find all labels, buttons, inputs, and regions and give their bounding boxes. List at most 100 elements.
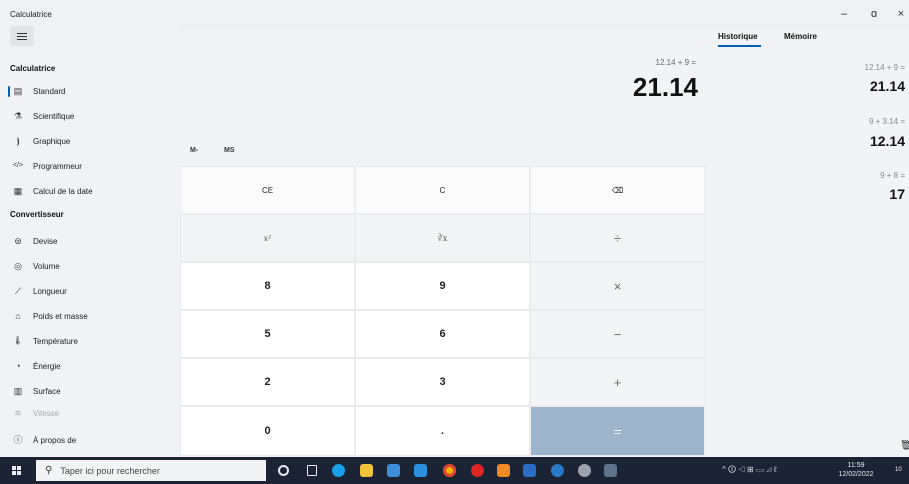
edge-icon[interactable] xyxy=(332,464,345,477)
chrome-icon[interactable] xyxy=(443,464,456,477)
digit-2-button[interactable]: 2 xyxy=(180,358,355,406)
memory-store-button[interactable]: MS xyxy=(224,147,235,154)
teams-icon[interactable] xyxy=(551,464,564,477)
decimal-button[interactable]: . xyxy=(355,406,530,456)
ruler-icon: ⟋ xyxy=(14,286,22,296)
history-expression: 9 + 8 = xyxy=(880,171,905,180)
nav-item-volume[interactable]: ◎ Volume xyxy=(8,256,172,276)
opera-icon[interactable] xyxy=(471,464,484,477)
store-icon[interactable] xyxy=(387,464,400,477)
nav-item-label: Poids et masse xyxy=(33,311,88,321)
flask-icon: ⚗ xyxy=(13,111,23,121)
digit-5-button[interactable]: 5 xyxy=(180,310,355,358)
digit-3-button[interactable]: 3 xyxy=(355,358,530,406)
speed-icon: ≋ xyxy=(14,408,22,418)
nav-item-label: Standard xyxy=(33,86,66,96)
taskbar: ⚲ Taper ici pour rechercher ^ 🛈 ◁ ⊞ ▭ ◿ … xyxy=(0,457,909,484)
app-orange-icon[interactable] xyxy=(497,464,510,477)
memory-subtract-button[interactable]: M- xyxy=(190,147,198,154)
search-icon: ⚲ xyxy=(45,465,53,476)
search-placeholder: Taper ici pour rechercher xyxy=(60,465,160,476)
graph-icon: ⦘ xyxy=(16,136,20,146)
taskbar-search-box[interactable]: ⚲ Taper ici pour rechercher xyxy=(36,460,266,481)
minimize-button[interactable]: – xyxy=(836,8,852,20)
delete-history-icon[interactable]: 🗑 xyxy=(900,440,909,451)
nav-item-label: Graphique xyxy=(33,136,71,146)
multiply-button[interactable]: × xyxy=(530,262,705,310)
nav-item-area[interactable]: ▥ Surface xyxy=(8,381,172,401)
square-button[interactable]: x² xyxy=(180,214,355,262)
calculator-icon: ▤ xyxy=(13,86,23,96)
nav-item-energy[interactable]: ◔ Énergie xyxy=(8,356,172,376)
calculator-taskbar-icon[interactable] xyxy=(604,464,617,477)
nav-item-label: Scientifique xyxy=(33,111,75,121)
navigation-pane: Calculatrice ▤ Standard ⚗ Scientifique ⦘… xyxy=(0,22,178,458)
nav-item-graphing[interactable]: ⦘ Graphique xyxy=(8,131,172,151)
divide-button[interactable]: ÷ xyxy=(530,214,705,262)
history-value: 21.14 xyxy=(869,78,905,94)
digit-6-button[interactable]: 6 xyxy=(355,310,530,358)
nav-item-label: Énergie xyxy=(33,361,61,371)
digit-9-button[interactable]: 9 xyxy=(355,262,530,310)
menu-button[interactable] xyxy=(10,26,34,46)
nav-item-speed[interactable]: ≋ Vitesse xyxy=(8,403,172,423)
word-icon[interactable] xyxy=(523,464,536,477)
clock-time: 11:59 xyxy=(847,462,865,469)
history-value: 17 xyxy=(889,186,905,202)
paint-icon[interactable] xyxy=(578,464,591,477)
history-expression: 9 + 3.14 = xyxy=(868,117,905,126)
clock-date: 12/02/2022 xyxy=(838,471,874,478)
nav-item-weight-mass[interactable]: ⌂ Poids et masse xyxy=(8,306,172,326)
nav-item-temperature[interactable]: 🌡 Température xyxy=(8,331,172,351)
photos-icon[interactable] xyxy=(414,464,427,477)
clear-entry-button[interactable]: CE xyxy=(180,166,355,214)
nav-item-standard[interactable]: ▤ Standard xyxy=(8,81,172,101)
task-view-icon[interactable] xyxy=(307,465,317,476)
digit-8-button[interactable]: 8 xyxy=(180,262,355,310)
nav-item-label: Devise xyxy=(33,236,58,246)
weight-icon: ⌂ xyxy=(15,311,21,321)
active-tab-indicator xyxy=(718,45,761,47)
info-icon: ⓘ xyxy=(13,435,23,445)
cube-root-button[interactable]: ∛x xyxy=(355,214,530,262)
tab-memory[interactable]: Mémoire xyxy=(784,32,817,41)
file-explorer-icon[interactable] xyxy=(360,464,373,477)
nav-item-currency[interactable]: ⊜ Devise xyxy=(8,231,172,251)
maximize-button[interactable]: ɑ xyxy=(866,8,882,20)
calendar-icon: ▦ xyxy=(13,186,23,196)
hamburger-icon xyxy=(17,35,27,37)
keypad: CE C ⌫ x² ∛x ÷ 8 9 × 5 6 − 2 3 + 0 . = xyxy=(180,166,705,456)
nav-item-scientific[interactable]: ⚗ Scientifique xyxy=(8,106,172,126)
clock[interactable]: 11:59 12/02/2022 xyxy=(836,461,876,479)
cortana-icon[interactable] xyxy=(278,465,289,476)
clear-button[interactable]: C xyxy=(355,166,530,214)
nav-item-date-calculation[interactable]: ▦ Calcul de la date xyxy=(8,181,172,201)
nav-item-label: Surface xyxy=(33,386,61,396)
history-expression: 12.14 + 9 = xyxy=(864,63,905,72)
nav-item-label: À propos de xyxy=(33,435,77,445)
equals-button[interactable]: = xyxy=(530,406,705,456)
digit-0-button[interactable]: 0 xyxy=(180,406,355,456)
system-tray[interactable]: ^ 🛈 ◁ ⊞ ▭ ◿ ℓ xyxy=(722,464,777,478)
volume-icon: ◎ xyxy=(14,261,22,271)
nav-item-programmer[interactable]: </> Programmeur xyxy=(8,156,172,176)
start-button[interactable] xyxy=(12,466,22,476)
tab-history[interactable]: Historique xyxy=(718,32,758,41)
result-display: 21.14 xyxy=(632,72,698,102)
nav-item-label: Calcul de la date xyxy=(33,186,93,196)
nav-item-label: Vitesse xyxy=(33,408,60,418)
window-title: Calculatrice xyxy=(10,10,52,19)
notification-icon[interactable]: 10 xyxy=(891,463,905,477)
code-icon: </> xyxy=(12,162,24,169)
subtract-button[interactable]: − xyxy=(530,310,705,358)
nav-section-calculator: Calculatrice xyxy=(10,64,56,73)
thermometer-icon: 🌡 xyxy=(12,336,24,345)
backspace-button[interactable]: ⌫ xyxy=(530,166,705,214)
nav-item-about[interactable]: ⓘ À propos de xyxy=(8,430,172,450)
nav-section-converter: Convertisseur xyxy=(10,210,64,219)
nav-item-length[interactable]: ⟋ Longueur xyxy=(8,281,172,301)
close-button[interactable]: × xyxy=(893,8,909,20)
expression-display: 12.14 + 9 = xyxy=(655,58,696,67)
add-button[interactable]: + xyxy=(530,358,705,406)
nav-item-label: Volume xyxy=(33,261,60,271)
